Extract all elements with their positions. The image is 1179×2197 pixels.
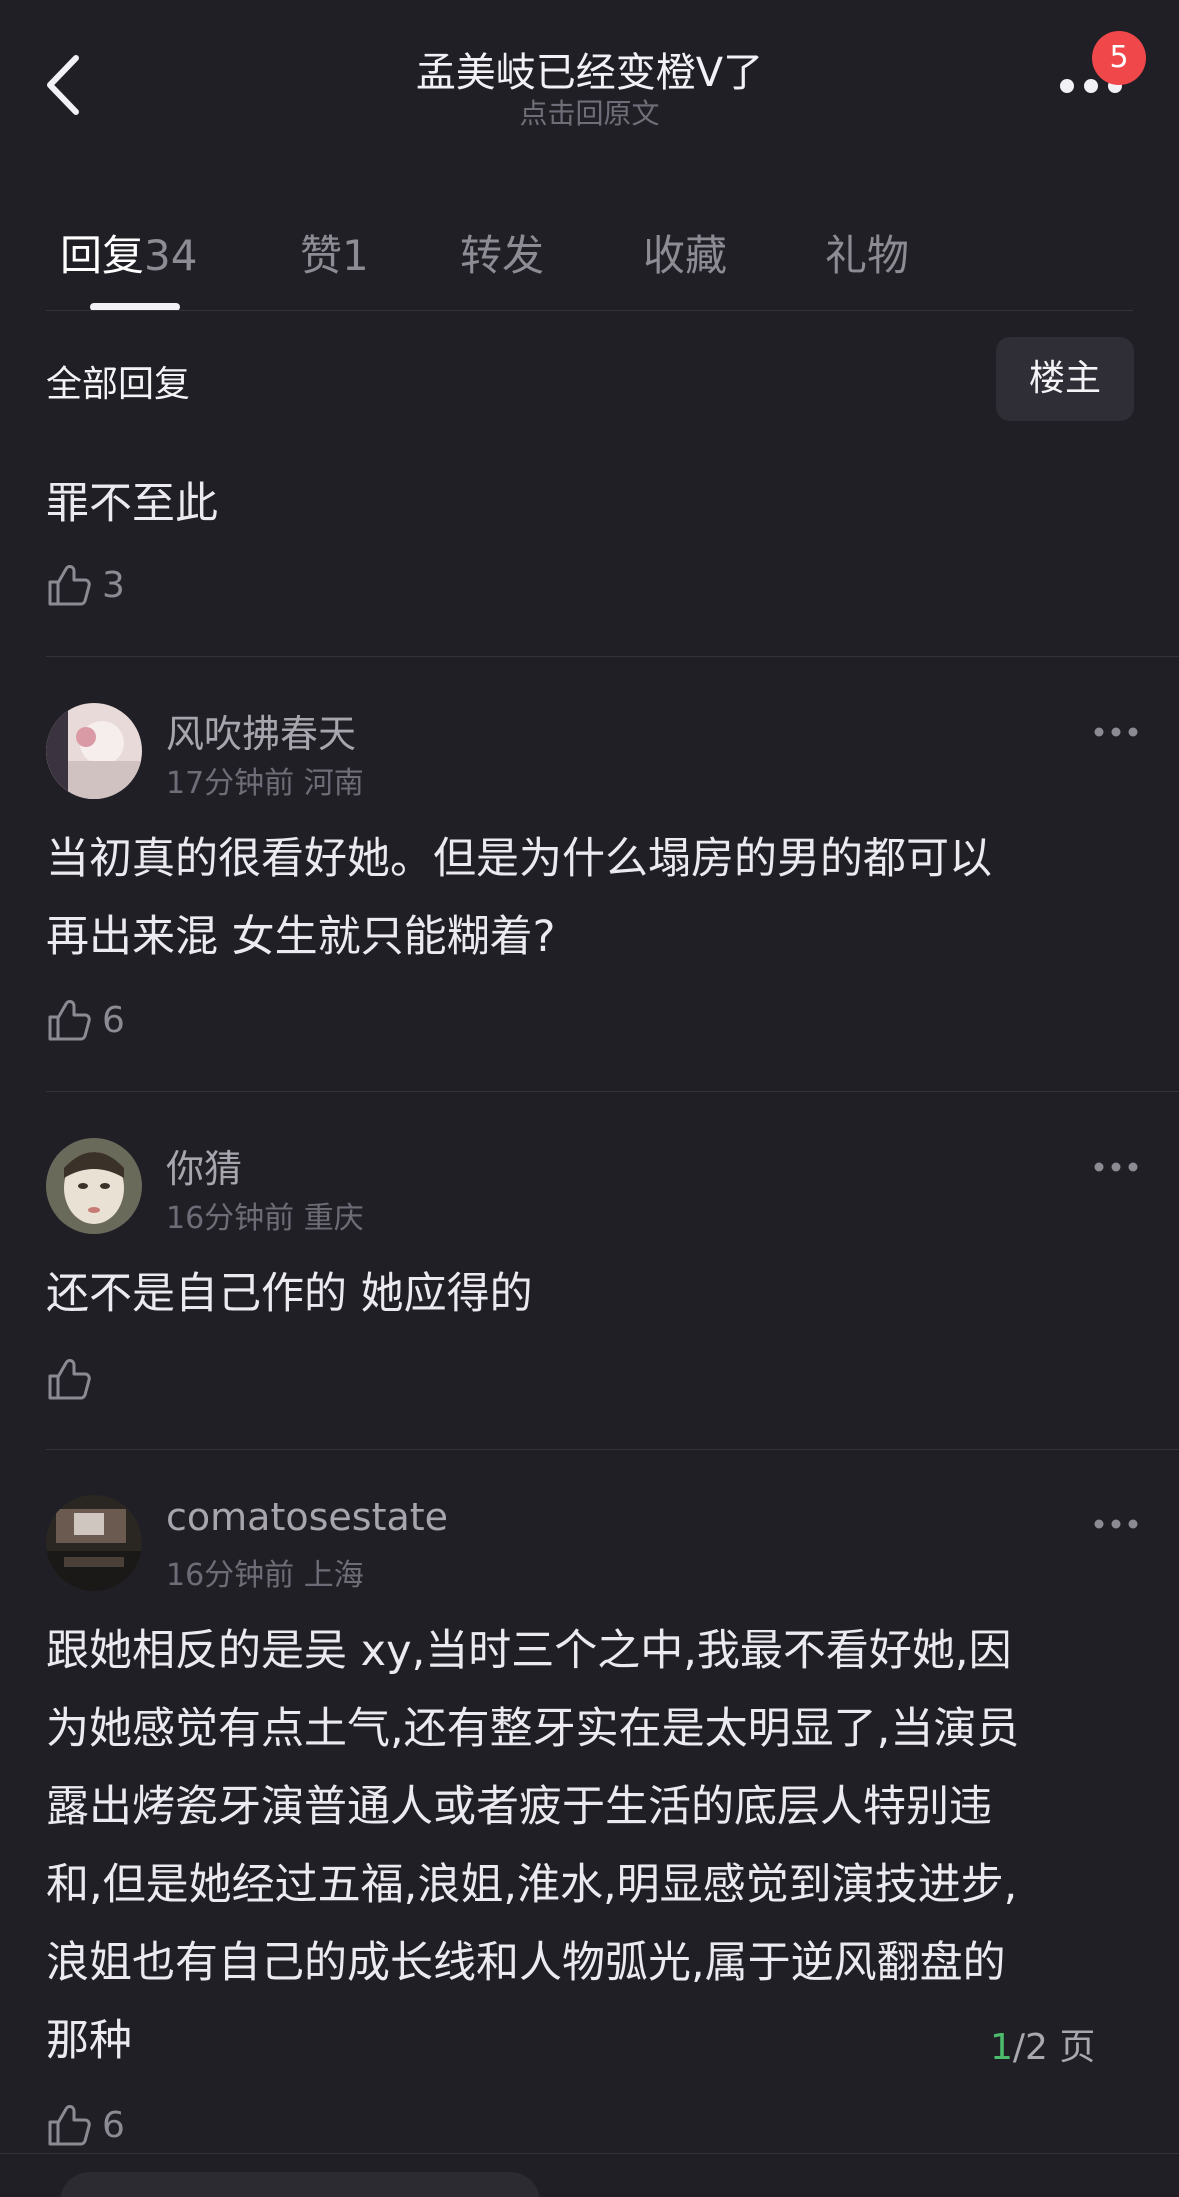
comment-line: 为她感觉有点土气,还有整牙实在是太明显了,当演员 [46,1704,1020,1754]
tab-favorites-label: 收藏 [643,231,728,280]
top-nav-bar: 孟美岐已经变橙Ⅴ了 点击回原文 5 [0,0,1179,170]
tab-gifts[interactable]: 礼物 [825,222,909,283]
comment-meta: 16分钟前 重庆 [166,1193,364,1237]
comment-location: 重庆 [303,1201,364,1236]
post-title[interactable]: 孟美岐已经变橙Ⅴ了 [0,40,1179,98]
op-only-button[interactable]: 楼主 [996,337,1134,421]
divider [46,656,1179,657]
reply-input[interactable] [60,2172,540,2197]
divider [0,2153,1179,2154]
comment-meta: 17分钟前 河南 [166,758,364,802]
tab-replies-label: 回复 [60,231,145,280]
like-count: 6 [102,2104,125,2146]
divider [46,1449,1179,1450]
comment-line: 还不是自己作的 她应得的 [46,1269,533,1319]
divider [46,310,1133,311]
more-dots-icon[interactable] [1093,1160,1139,1174]
thumb-up-icon [48,1000,91,1041]
notification-badge: 5 [1092,31,1146,85]
username[interactable]: 风吹拂春天 [166,703,356,758]
comment-header: 风吹拂春天 17分钟前 河南 [46,703,1139,803]
username[interactable]: comatosestate [166,1495,448,1539]
avatar[interactable] [46,703,142,799]
tab-likes-label: 赞 [300,231,343,280]
tab-bar: 回复34 赞1 转发 收藏 礼物 [0,210,1179,311]
tab-likes[interactable]: 赞1 [300,222,369,283]
comment-header: comatosestate 16分钟前 上海 [46,1495,1139,1595]
more-dots-icon[interactable] [1093,1517,1139,1531]
comment-line: 再出来混 女生就只能糊着? [46,912,556,962]
comment-location: 上海 [303,1558,364,1593]
thumb-up-icon [48,1359,91,1400]
comment-line: 跟她相反的是吴 xy,当时三个之中,我最不看好她,因 [46,1626,1012,1676]
like-button[interactable] [46,1356,102,1402]
tab-replies[interactable]: 回复34 [60,222,197,283]
thumb-up-icon [48,2105,91,2146]
tab-favorites[interactable]: 收藏 [643,222,727,283]
comment-meta: 16分钟前 上海 [166,1550,364,1594]
page-indicator: 1/2 页 [990,2018,1095,2070]
tab-reposts-label: 转发 [460,231,545,280]
comment-line: 和,但是她经过五福,浪姐,淮水,明显感觉到演技进步, [46,1860,1018,1910]
more-dots-icon[interactable] [1093,725,1139,739]
comment-header: 你猜 16分钟前 重庆 [46,1138,1139,1238]
comment-location: 河南 [303,766,364,801]
comment-body: 当初真的很看好她。但是为什么塌房的男的都可以 再出来混 女生就只能糊着? [46,820,992,976]
comment-body: 还不是自己作的 她应得的 [46,1255,533,1333]
avatar[interactable] [46,1138,142,1234]
comment-line: 那种 [46,2016,132,2066]
like-count: 3 [102,564,125,606]
comment-text: 罪不至此 [46,479,218,529]
avatar[interactable] [46,1495,142,1591]
page-current: 1 [990,2027,1013,2068]
divider [46,1091,1179,1092]
comment-time: 17分钟前 [166,766,295,801]
back-to-original-link[interactable]: 点击回原文 [0,92,1179,132]
like-button[interactable]: 6 [46,997,125,1043]
like-count: 6 [102,999,125,1041]
username[interactable]: 你猜 [166,1138,242,1193]
like-button[interactable]: 6 [46,2102,125,2148]
tab-reposts[interactable]: 转发 [460,222,544,283]
tab-replies-count: 34 [144,231,198,280]
page-rest: /2 页 [1012,2027,1096,2068]
comment-line: 露出烤瓷牙演普通人或者疲于生活的底层人特别违 [46,1782,992,1832]
like-button[interactable]: 3 [46,562,125,608]
comment-body: 跟她相反的是吴 xy,当时三个之中,我最不看好她,因 为她感觉有点土气,还有整牙… [46,1612,1019,2080]
comment-line: 浪姐也有自己的成长线和人物弧光,属于逆风翻盘的 [46,1938,1006,1988]
tab-likes-count: 1 [342,231,369,280]
comment-time: 16分钟前 [166,1201,295,1236]
thumb-up-icon [48,565,91,606]
comment-time: 16分钟前 [166,1558,295,1593]
all-replies-title: 全部回复 [46,364,191,405]
tab-gifts-label: 礼物 [825,231,910,280]
comment-line: 当初真的很看好她。但是为什么塌房的男的都可以 [46,834,992,884]
